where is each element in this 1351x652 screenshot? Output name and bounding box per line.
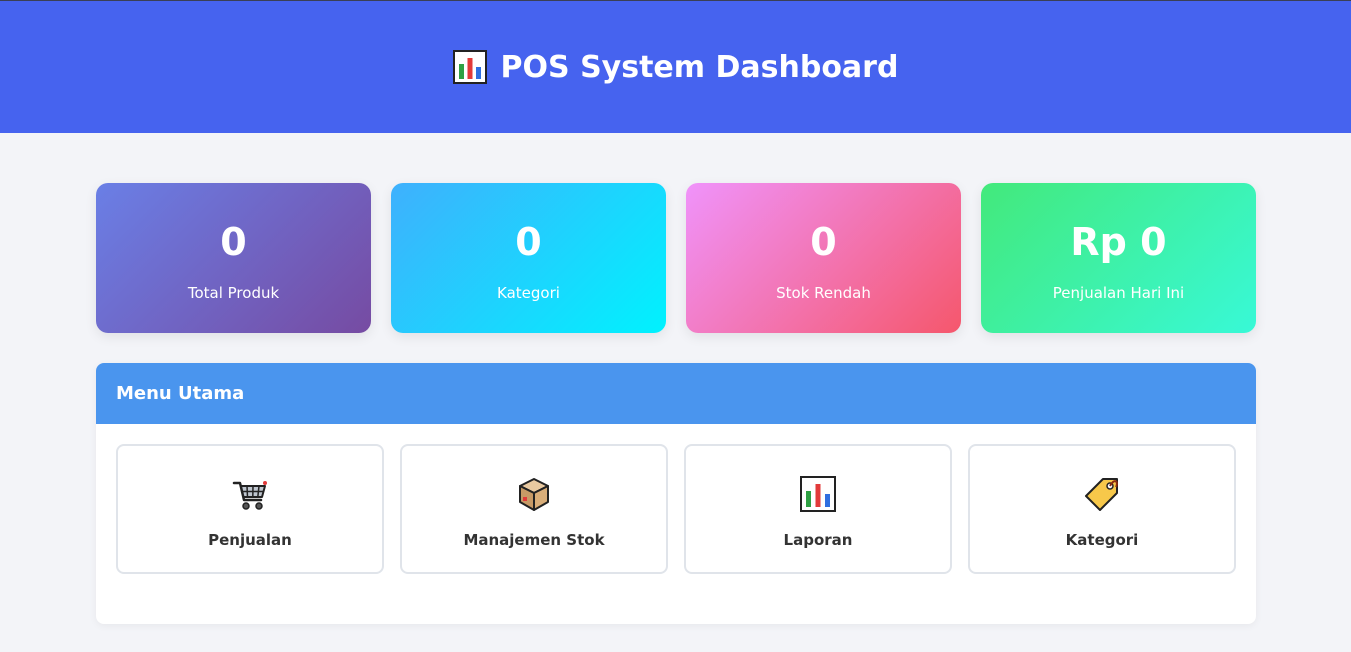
stat-value: 0 — [810, 220, 837, 264]
stats-row: 0 Total Produk 0 Kategori 0 Stok Rendah … — [96, 183, 1256, 333]
stat-card-total-produk: 0 Total Produk — [96, 183, 371, 333]
menu-item-label: Laporan — [783, 531, 853, 549]
stat-value: 0 — [515, 220, 542, 264]
menu-header: Menu Utama — [96, 363, 1256, 424]
menu-grid: Penjualan Manajemen Stok Laporan Kategor… — [116, 444, 1236, 574]
shopping-cart-icon — [231, 446, 269, 513]
stat-label: Penjualan Hari Ini — [1052, 284, 1185, 302]
stat-label: Total Produk — [187, 284, 280, 302]
package-box-icon — [515, 446, 553, 513]
page-header: POS System Dashboard — [0, 0, 1351, 133]
stat-card-stok-rendah: 0 Stok Rendah — [686, 183, 961, 333]
menu-item-label: Penjualan — [208, 531, 292, 549]
menu-item-label: Kategori — [1065, 531, 1139, 549]
bar-chart-icon — [452, 50, 487, 84]
menu-item-kategori[interactable]: Kategori — [968, 444, 1236, 574]
bar-chart-icon — [799, 446, 837, 513]
price-tag-icon — [1083, 446, 1121, 513]
header-title-group: POS System Dashboard — [452, 49, 899, 85]
stat-value: 0 — [220, 220, 247, 264]
stat-label: Stok Rendah — [776, 284, 871, 302]
stat-value: Rp 0 — [1070, 220, 1167, 264]
stat-card-kategori: 0 Kategori — [391, 183, 666, 333]
stat-label: Kategori — [497, 284, 560, 302]
menu-item-penjualan[interactable]: Penjualan — [116, 444, 384, 574]
page-title: POS System Dashboard — [500, 49, 899, 85]
menu-title: Menu Utama — [116, 383, 245, 404]
menu-item-laporan[interactable]: Laporan — [684, 444, 952, 574]
stat-card-penjualan-hari-ini: Rp 0 Penjualan Hari Ini — [981, 183, 1256, 333]
menu-item-label: Manajemen Stok — [463, 531, 605, 549]
main-menu-panel: Menu Utama Penjualan Manajemen Stok Lapo… — [96, 363, 1256, 624]
menu-item-manajemen-stok[interactable]: Manajemen Stok — [400, 444, 668, 574]
